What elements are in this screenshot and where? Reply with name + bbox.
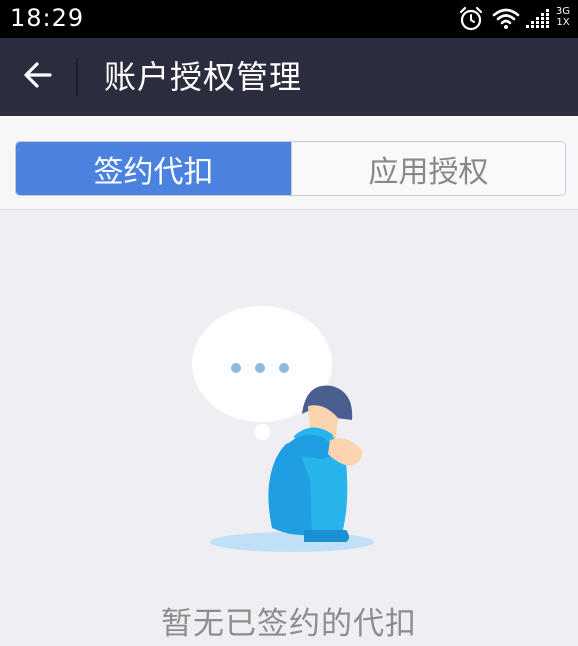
tab-bar: 签约代扣 应用授权	[0, 116, 578, 210]
status-time: 18:29	[10, 4, 85, 32]
network-type-bottom: 1X	[556, 17, 570, 28]
status-bar: 18:29 3G 1X	[0, 0, 578, 38]
back-button[interactable]	[0, 38, 76, 116]
segmented-control: 签约代扣 应用授权	[15, 141, 566, 196]
alarm-icon	[458, 6, 484, 36]
empty-state-message: 暂无已签约的代扣	[161, 606, 417, 642]
empty-state-illustration	[186, 302, 386, 564]
tab-signed-debit[interactable]: 签约代扣	[16, 142, 291, 195]
network-type-top: 3G	[555, 6, 570, 17]
arrow-left-icon	[23, 61, 53, 93]
page-title: 账户授权管理	[104, 58, 303, 96]
nav-divider	[76, 58, 78, 96]
network-type-label: 3G 1X	[556, 6, 570, 28]
nav-bar: 账户授权管理	[0, 38, 578, 116]
wifi-icon	[492, 6, 520, 34]
signal-icon	[526, 9, 552, 33]
tab-app-authorization[interactable]: 应用授权	[291, 142, 565, 195]
